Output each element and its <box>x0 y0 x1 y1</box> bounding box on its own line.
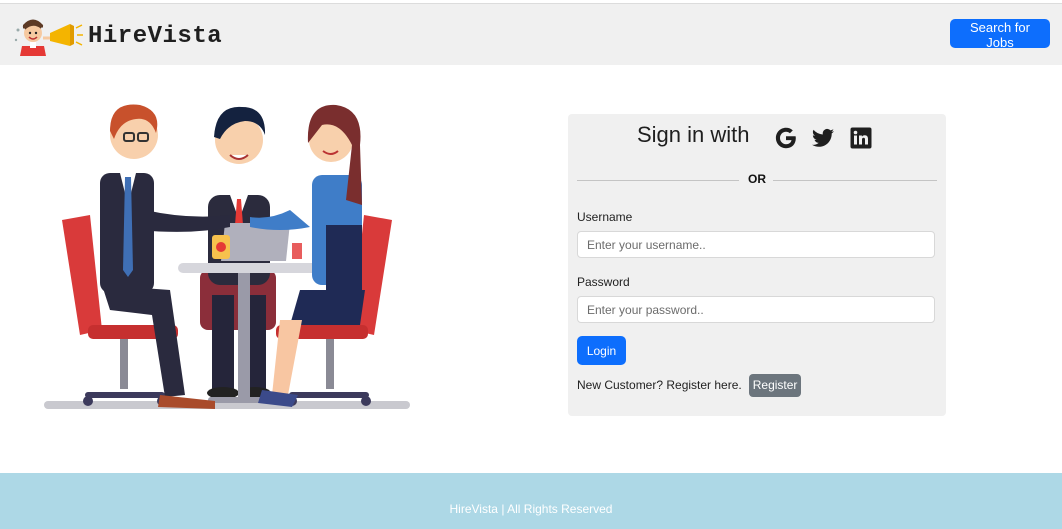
linkedin-icon[interactable] <box>849 126 873 150</box>
username-input[interactable] <box>577 231 935 258</box>
search-jobs-button[interactable]: Search for Jobs <box>950 19 1050 50</box>
password-label: Password <box>577 275 630 289</box>
google-icon[interactable] <box>774 126 798 150</box>
register-prompt: New Customer? Register here. <box>577 378 742 392</box>
register-row: New Customer? Register here. Register <box>577 373 802 397</box>
cartoon-man-megaphone-icon <box>14 19 83 56</box>
navbar: HireVista Search for Jobs <box>0 4 1062 65</box>
signin-title: Sign in with <box>637 122 750 147</box>
login-card: Sign in with OR Username Password Login … <box>568 114 946 416</box>
footer-copyright: HireVista | All Rights Reserved <box>449 502 613 516</box>
brand-name: HireVista <box>88 22 223 50</box>
social-signin-row: Sign in with <box>568 120 946 154</box>
divider-line-left <box>577 180 739 181</box>
brand[interactable]: HireVista <box>14 16 222 56</box>
username-label: Username <box>577 210 633 224</box>
login-button[interactable]: Login <box>577 336 626 365</box>
divider-line-right <box>773 180 937 181</box>
footer: HireVista | All Rights Reserved <box>0 473 1062 529</box>
business-meeting-handshake-illustration <box>44 104 410 409</box>
password-input[interactable] <box>577 296 935 323</box>
twitter-icon[interactable] <box>811 126 835 150</box>
register-button[interactable]: Register <box>748 373 802 397</box>
divider-or-text: OR <box>748 172 766 186</box>
or-divider: OR <box>577 172 937 188</box>
